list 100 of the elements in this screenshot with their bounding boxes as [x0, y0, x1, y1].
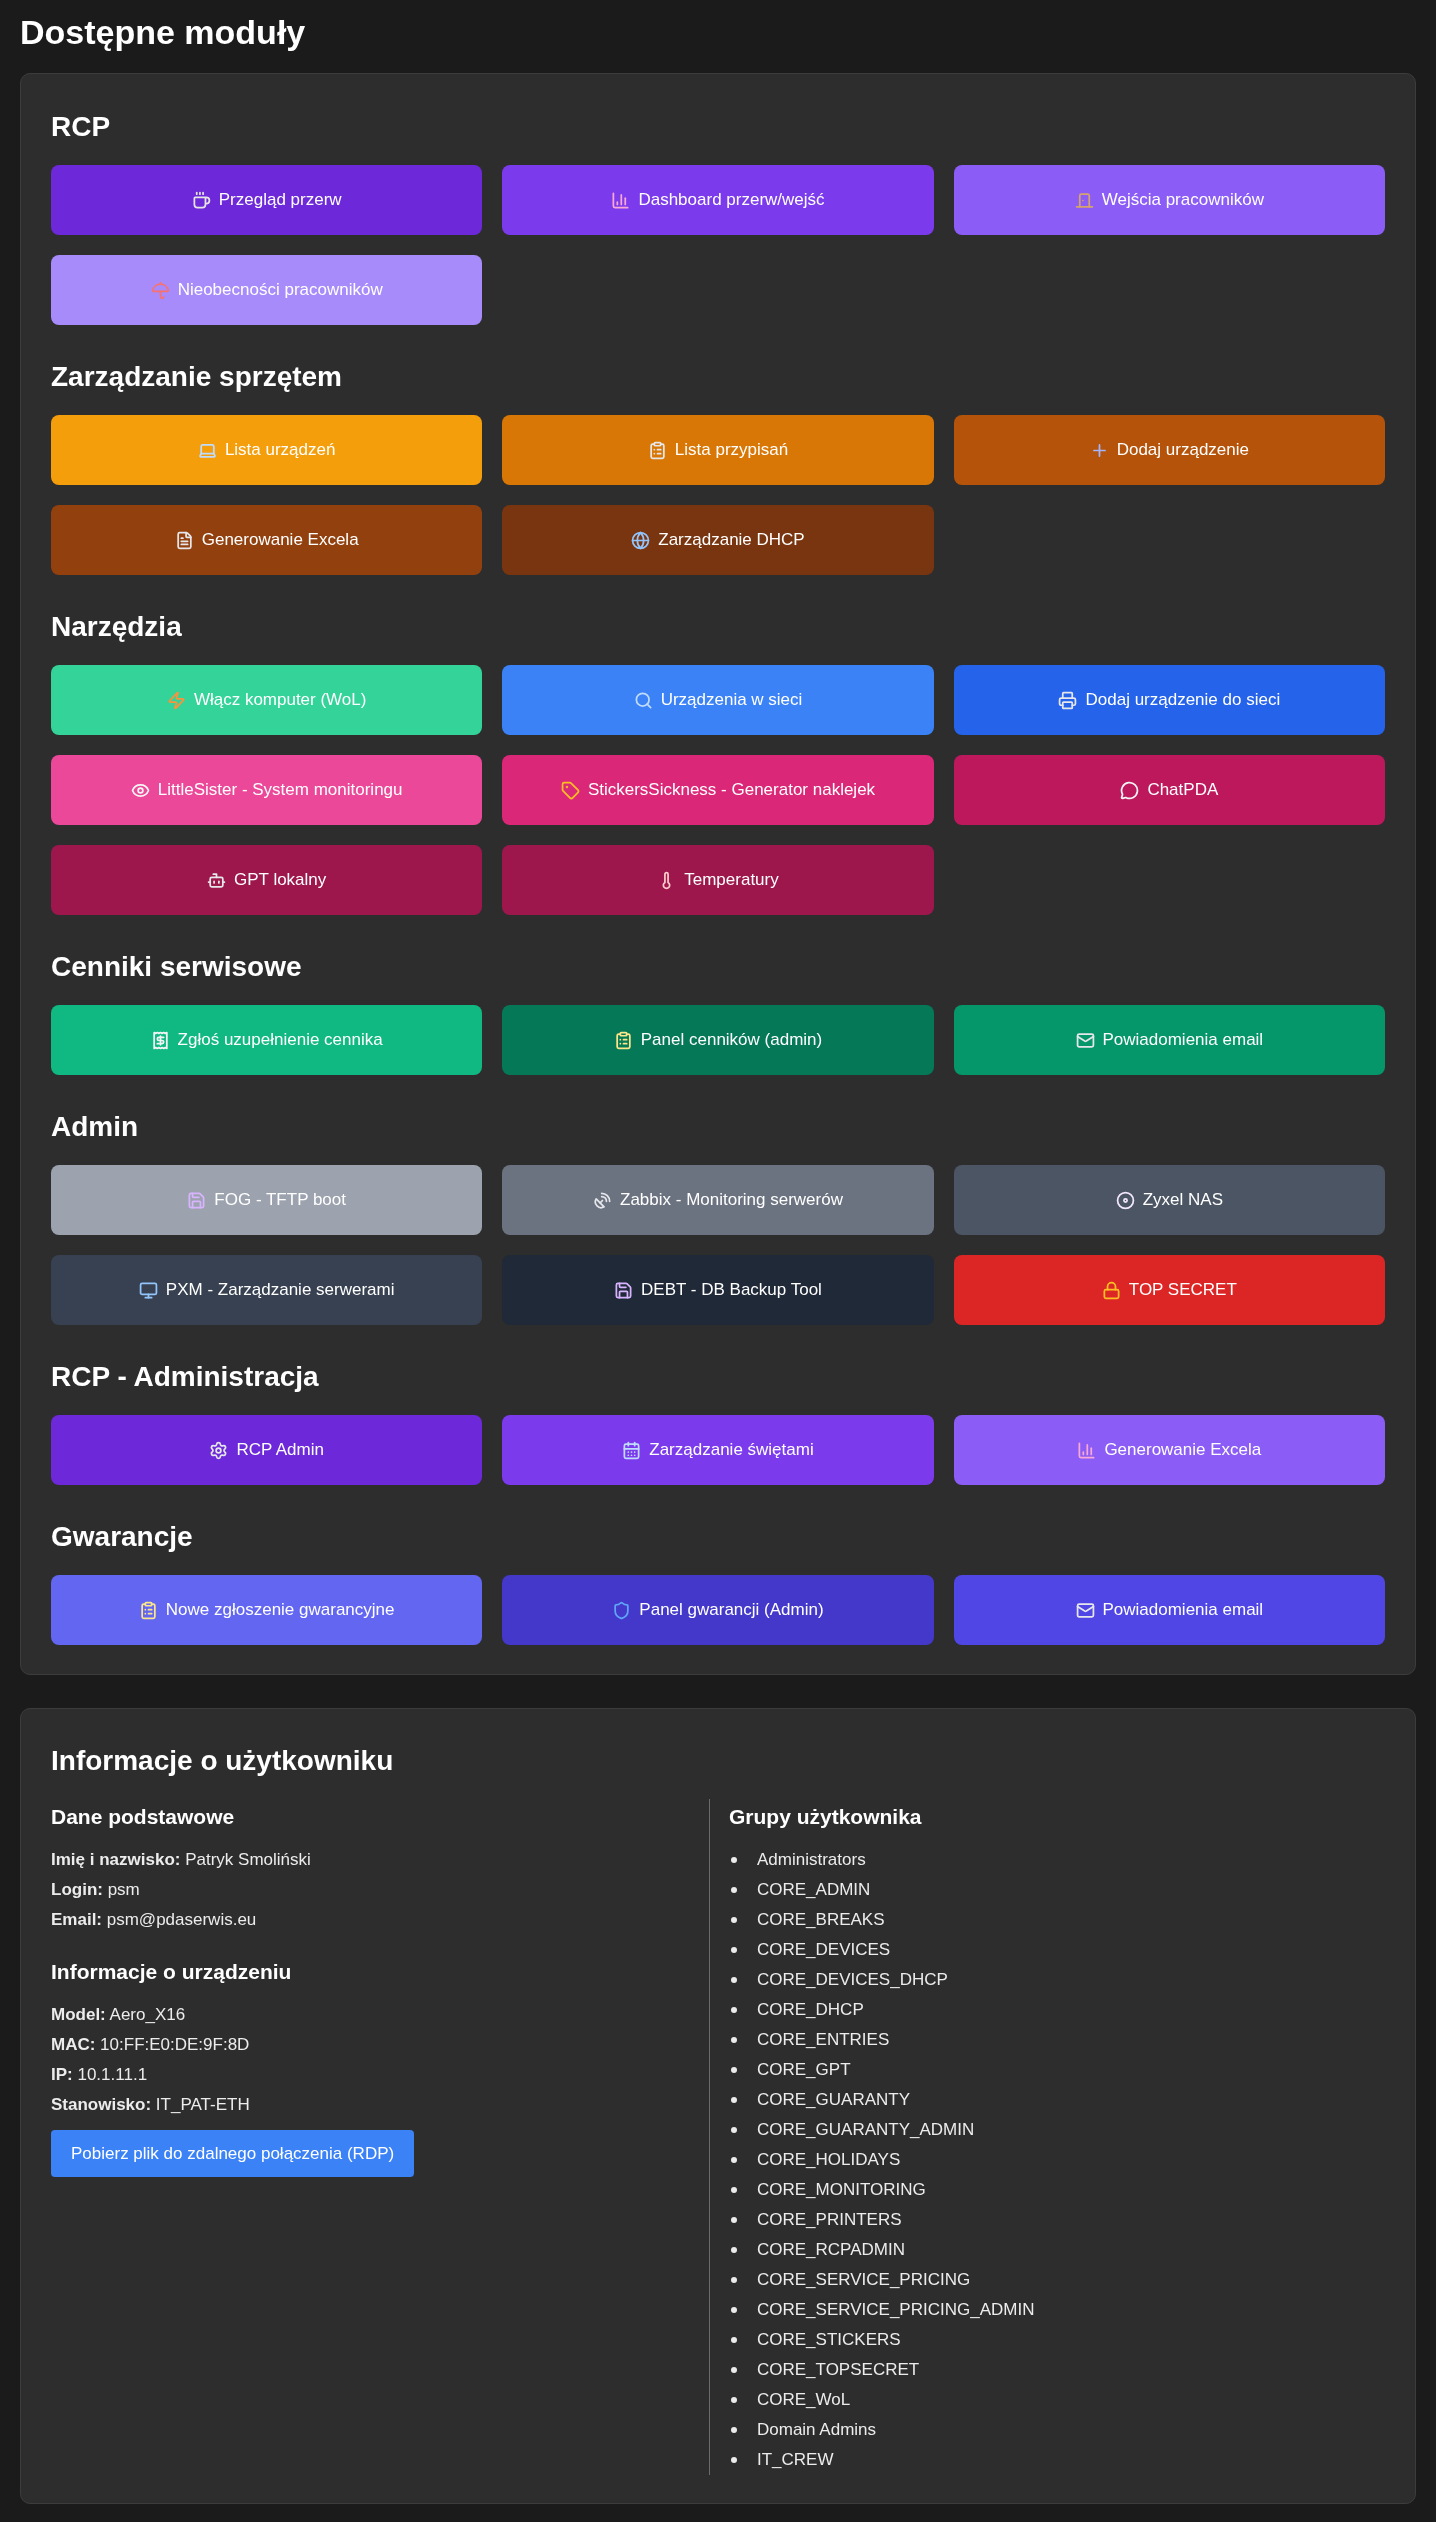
- coffee-cup-icon: [191, 190, 211, 210]
- section-heading: RCP: [51, 110, 112, 144]
- group-name: CORE_DEVICES: [757, 1939, 891, 1961]
- module-button[interactable]: Panel cenników (admin): [502, 1005, 934, 1075]
- section-heading: Gwarancje: [51, 1520, 194, 1554]
- group-name: CORE_GUARANTY_ADMIN: [757, 2119, 975, 2141]
- bullet-icon: [731, 1917, 737, 1923]
- module-button[interactable]: Generowanie Excela: [51, 505, 483, 575]
- group-name: CORE_TOPSECRET: [757, 2359, 920, 2381]
- bullet-icon: [731, 2427, 737, 2433]
- module-button[interactable]: Przegląd przerw: [51, 165, 483, 235]
- tag-icon: [560, 780, 580, 800]
- group-name: CORE_GUARANTY: [757, 2089, 911, 2111]
- group-name: CORE_HOLIDAYS: [757, 2149, 901, 2171]
- clipboard-icon: [647, 440, 667, 460]
- module-button[interactable]: Lista przypisań: [502, 415, 934, 485]
- bullet-icon: [731, 2007, 737, 2013]
- printer-icon: [1058, 690, 1078, 710]
- info-line: Stanowisko: IT_PAT-ETH: [51, 2094, 250, 2116]
- info-line: Model: Aero_X16: [51, 2004, 186, 2026]
- module-button[interactable]: Dashboard przerw/wejść: [502, 165, 934, 235]
- group-name: CORE_ADMIN: [757, 1879, 871, 1901]
- module-button[interactable]: Urządzenia w sieci: [502, 665, 934, 735]
- bullet-icon: [731, 2217, 737, 2223]
- user-info-title: Informacje o użytkowniku: [51, 1744, 395, 1778]
- bullet-icon: [731, 1887, 737, 1893]
- section-heading: Narzędzia: [51, 610, 183, 644]
- module-button[interactable]: RCP Admin: [51, 1415, 483, 1485]
- rdp-download-button[interactable]: Pobierz plik do zdalnego połączenia (RDP): [51, 2130, 415, 2177]
- bullet-icon: [731, 2127, 737, 2133]
- bullet-icon: [731, 1857, 737, 1863]
- info-line: Email: psm@pdaserwis.eu: [51, 1909, 257, 1931]
- satellite-dish-icon: [593, 1190, 612, 1210]
- module-button[interactable]: Powiadomienia email: [953, 1005, 1385, 1075]
- bullet-icon: [731, 1977, 737, 1983]
- module-button[interactable]: Dodaj urządzenie: [953, 415, 1385, 485]
- group-name: CORE_SERVICE_PRICING: [757, 2269, 971, 2291]
- module-button[interactable]: DEBT - DB Backup Tool: [502, 1255, 934, 1325]
- group-name: CORE_GPT: [757, 2059, 851, 2081]
- bullet-icon: [731, 2157, 737, 2163]
- module-button[interactable]: TOP SECRET: [953, 1255, 1385, 1325]
- module-button[interactable]: Nieobecności pracowników: [51, 255, 483, 325]
- info-line: IP: 10.1.11.1: [51, 2064, 148, 2086]
- bullet-icon: [731, 2397, 737, 2403]
- module-button[interactable]: GPT lokalny: [51, 845, 483, 915]
- envelope-icon: [1075, 1030, 1095, 1050]
- section-heading: RCP - Administracja: [51, 1360, 320, 1394]
- module-button[interactable]: ChatPDA: [953, 755, 1385, 825]
- module-button[interactable]: Generowanie Excela: [953, 1415, 1385, 1485]
- module-button[interactable]: Zarządzanie świętami: [502, 1415, 934, 1485]
- search-icon: [633, 690, 653, 710]
- bar-chart-icon: [611, 190, 631, 210]
- calendar-icon: [622, 1440, 642, 1460]
- section-heading: Cenniki serwisowe: [51, 950, 303, 984]
- clipboard-icon: [613, 1030, 633, 1050]
- module-button[interactable]: Zyxel NAS: [953, 1165, 1385, 1235]
- group-name: CORE_SERVICE_PRICING_ADMIN: [757, 2299, 1035, 2321]
- group-name: Administrators: [757, 1849, 866, 1871]
- module-button[interactable]: Zgłoś uzupełnienie cennika: [51, 1005, 483, 1075]
- module-button[interactable]: Powiadomienia email: [953, 1575, 1385, 1645]
- clipboard-icon: [138, 1600, 158, 1620]
- group-name: CORE_STICKERS: [757, 2329, 901, 2351]
- module-button[interactable]: FOG - TFTP boot: [51, 1165, 483, 1235]
- group-name: CORE_ENTRIES: [757, 2029, 890, 2051]
- section-heading: Admin: [51, 1110, 140, 1144]
- document-icon: [174, 530, 194, 550]
- umbrella-icon: [150, 280, 170, 300]
- module-button[interactable]: StickersSickness - Generator naklejek: [502, 755, 934, 825]
- shield-icon: [612, 1600, 632, 1620]
- bullet-icon: [731, 2307, 737, 2313]
- module-button[interactable]: Nowe zgłoszenie gwarancyjne: [51, 1575, 483, 1645]
- module-button[interactable]: Zabbix - Monitoring serwerów: [502, 1165, 934, 1235]
- module-button[interactable]: LittleSister - System monitoringu: [51, 755, 483, 825]
- receipt-icon: [150, 1030, 170, 1050]
- bullet-icon: [731, 2097, 737, 2103]
- group-name: CORE_DEVICES_DHCP: [757, 1969, 948, 1991]
- bullet-icon: [731, 2367, 737, 2373]
- page-title: Dostępne moduły: [19, 12, 307, 52]
- speech-bubble-icon: [1120, 780, 1140, 800]
- group-name: CORE_MONITORING: [757, 2179, 926, 2201]
- bullet-icon: [731, 2067, 737, 2073]
- module-button[interactable]: Dodaj urządzenie do sieci: [953, 665, 1385, 735]
- group-name: CORE_WoL: [757, 2389, 851, 2411]
- module-button[interactable]: Zarządzanie DHCP: [502, 505, 934, 575]
- module-button[interactable]: Wejścia pracowników: [953, 165, 1385, 235]
- group-name: CORE_PRINTERS: [757, 2209, 902, 2231]
- module-button[interactable]: Temperatury: [502, 845, 934, 915]
- group-name: CORE_RCPADMIN: [757, 2239, 905, 2261]
- bar-chart-icon: [1077, 1440, 1097, 1460]
- module-button[interactable]: Panel gwarancji (Admin): [502, 1575, 934, 1645]
- info-line: MAC: 10:FF:E0:DE:9F:8D: [51, 2034, 250, 2056]
- bullet-icon: [731, 2277, 737, 2283]
- subsection-heading: Dane podstawowe: [51, 1804, 236, 1830]
- subsection-heading: Informacje o urządzeniu: [51, 1959, 293, 1985]
- group-name: CORE_BREAKS: [757, 1909, 885, 1931]
- bullet-icon: [731, 2247, 737, 2253]
- info-line: Imię i nazwisko: Patryk Smoliński: [51, 1849, 311, 1871]
- envelope-icon: [1075, 1600, 1095, 1620]
- lock-icon: [1101, 1280, 1121, 1300]
- module-button[interactable]: PXM - Zarządzanie serwerami: [51, 1255, 483, 1325]
